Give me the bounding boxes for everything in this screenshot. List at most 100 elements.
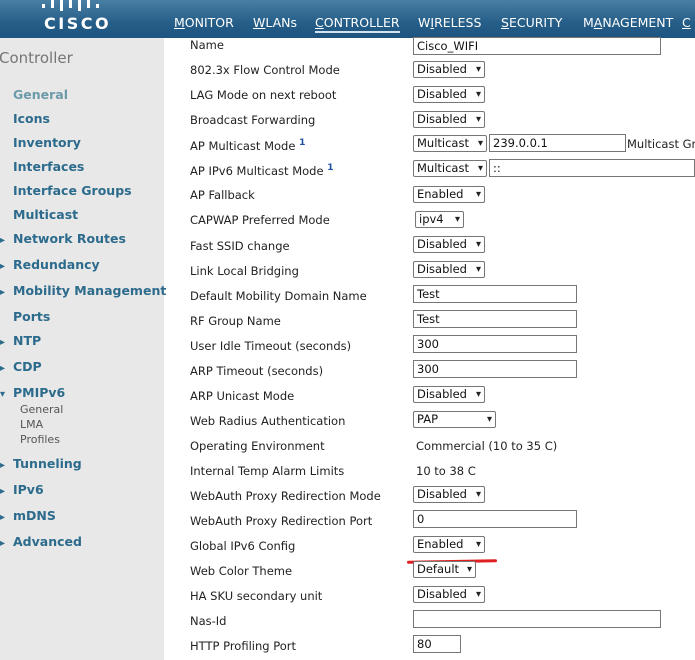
sidebar-item-pmipv6[interactable]: ▾ PMIPv6 [0,385,65,400]
expand-arrow-icon: ▸ [0,363,6,374]
flow-control-select[interactable]: Disabled ▾ [413,61,485,78]
sidebar-item-interfaces[interactable]: Interfaces [0,159,84,174]
expand-arrow-icon: ▸ [0,235,6,246]
ipv6-multicast-address-input[interactable]: :: [489,159,695,177]
ap-multicast-mode-label: AP Multicast Mode 1 [190,138,306,153]
nav-wireless[interactable]: WIRELESS [418,15,481,30]
nav-commands[interactable]: C [682,15,691,30]
rf-group-name-label: RF Group Name [190,314,281,328]
sidebar-item-ports[interactable]: Ports [0,309,50,324]
global-ipv6-config-select[interactable]: Enabled ▾ [413,536,485,553]
lag-mode-select[interactable]: Disabled ▾ [413,86,485,103]
nav-management[interactable]: MANAGEMENT [583,15,673,30]
expand-arrow-icon: ▸ [0,486,6,497]
nav-wlans[interactable]: WLANs [253,15,297,30]
proxy-redirection-port-label: WebAuth Proxy Redirection Port [190,514,373,528]
chevron-down-icon: ▾ [475,389,481,400]
nav-security[interactable]: SECURITY [501,15,562,30]
chevron-down-icon: ▾ [477,163,483,174]
fast-ssid-change-label: Fast SSID change [190,239,290,253]
ap-ipv6-multicast-mode-label: AP IPv6 Multicast Mode 1 [190,163,334,178]
sidebar-item-redundancy[interactable]: ▸ Redundancy [0,257,100,272]
proxy-redirection-mode-select[interactable]: Disabled ▾ [413,486,485,503]
global-ipv6-config-label: Global IPv6 Config [190,539,296,553]
user-idle-timeout-input[interactable]: 300 [413,335,577,353]
mobility-domain-input[interactable]: Test [413,285,577,303]
sidebar-item-multicast[interactable]: Multicast [0,207,78,222]
web-radius-auth-label: Web Radius Authentication [190,414,346,428]
arp-unicast-mode-label: ARP Unicast Mode [190,389,295,403]
nas-id-label: Nas-Id [190,614,227,628]
cisco-logo: CISCO [40,0,110,36]
http-profiling-port-input[interactable]: 80 [413,635,461,653]
sidebar-item-ntp[interactable]: ▸ NTP [0,333,41,348]
flow-control-label: 802.3x Flow Control Mode [190,63,340,77]
multicast-group-ip-input[interactable]: 239.0.0.1 [489,134,626,152]
web-color-theme-select[interactable]: Default ▾ [413,561,476,578]
user-idle-timeout-label: User Idle Timeout (seconds) [190,339,352,353]
sidebar-subitem-profiles[interactable]: Profiles [20,433,60,446]
sidebar-item-advanced[interactable]: ▸ Advanced [0,534,82,549]
name-input[interactable]: Cisco_WIFI [413,37,661,55]
chevron-down-icon: ▾ [475,189,481,200]
ha-sku-label: HA SKU secondary unit [190,589,323,603]
nav-controller[interactable]: CONTROLLER [315,15,400,33]
proxy-redirection-port-input[interactable]: 0 [413,510,577,528]
chevron-down-icon: ▾ [477,138,483,149]
chevron-down-icon: ▾ [475,264,481,275]
ap-ipv6-multicast-mode-select[interactable]: Multicast ▾ [413,160,487,177]
footnote-link[interactable]: 1 [327,163,333,173]
sidebar-title: Controller [0,49,73,67]
chevron-down-icon: ▾ [475,589,481,600]
sidebar-item-mdns[interactable]: ▸ mDNS [0,508,56,523]
multicast-group-address-label: Multicast Group Address [627,137,695,151]
chevron-down-icon: ▾ [486,414,492,425]
expand-arrow-icon: ▸ [0,512,6,523]
link-local-bridging-label: Link Local Bridging [190,264,299,278]
chevron-down-icon: ▾ [475,539,481,550]
chevron-down-icon: ▾ [475,64,481,75]
proxy-redirection-mode-label: WebAuth Proxy Redirection Mode [190,489,381,503]
http-profiling-port-label: HTTP Profiling Port [190,639,297,653]
sidebar-item-inventory[interactable]: Inventory [0,135,81,150]
name-label: Name [190,38,224,52]
operating-environment-label: Operating Environment [190,439,325,453]
ap-fallback-select[interactable]: Enabled ▾ [413,186,485,203]
sidebar-item-ipv6[interactable]: ▸ IPv6 [0,482,44,497]
sidebar-item-tunneling[interactable]: ▸ Tunneling [0,456,82,471]
web-radius-auth-select[interactable]: PAP ▾ [413,411,496,428]
nas-id-input[interactable] [413,610,661,628]
fast-ssid-change-select[interactable]: Disabled ▾ [413,236,485,253]
arp-unicast-mode-select[interactable]: Disabled ▾ [413,386,485,403]
cisco-wordmark: CISCO [44,14,112,33]
sidebar-subitem-lma[interactable]: LMA [20,418,43,431]
ap-multicast-mode-select[interactable]: Multicast ▾ [413,135,487,152]
chevron-down-icon: ▾ [454,214,460,225]
broadcast-forwarding-label: Broadcast Forwarding [190,113,316,127]
arp-timeout-label: ARP Timeout (seconds) [190,364,324,378]
general-settings-form: Name Cisco_WIFI 802.3x Flow Control Mode… [164,37,695,660]
temp-alarm-limits-value: 10 to 38 C [416,464,476,478]
sidebar-subitem-pmipv6-general[interactable]: General [20,403,63,416]
sidebar-item-interface-groups[interactable]: Interface Groups [0,183,132,198]
sidebar-item-mobility-management[interactable]: ▸ Mobility Management [0,283,166,298]
capwap-preferred-mode-label: CAPWAP Preferred Mode [190,213,330,227]
sidebar-item-general[interactable]: General [0,87,68,102]
ap-fallback-label: AP Fallback [190,188,255,202]
chevron-down-icon: ▾ [475,489,481,500]
footnote-link[interactable]: 1 [299,138,305,148]
link-local-bridging-select[interactable]: Disabled ▾ [413,261,485,278]
sidebar-item-network-routes[interactable]: ▸ Network Routes [0,231,126,246]
nav-monitor[interactable]: MONITOR [174,15,234,30]
rf-group-name-input[interactable]: Test [413,310,577,328]
broadcast-forwarding-select[interactable]: Disabled ▾ [413,111,485,128]
sidebar-item-cdp[interactable]: ▸ CDP [0,359,42,374]
ha-sku-select[interactable]: Disabled ▾ [413,586,485,603]
arp-timeout-input[interactable]: 300 [413,360,577,378]
collapse-arrow-icon: ▾ [0,389,6,400]
sidebar-item-icons[interactable]: Icons [0,111,50,126]
expand-arrow-icon: ▸ [0,460,6,471]
chevron-down-icon: ▾ [475,114,481,125]
expand-arrow-icon: ▸ [0,287,6,298]
capwap-preferred-mode-select[interactable]: ipv4 ▾ [415,211,464,228]
